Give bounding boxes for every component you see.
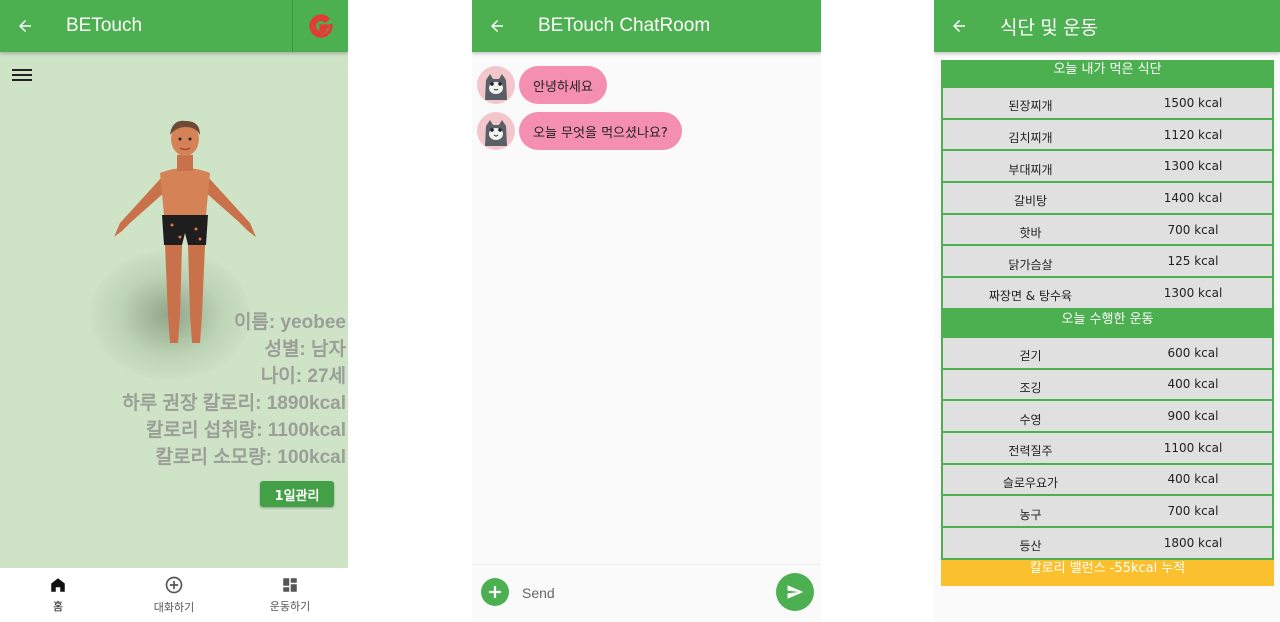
exercise-row: 조깅 400 kcal — [941, 369, 1274, 402]
page-title: 식단 및 운동 — [1000, 17, 1098, 39]
home-screen: BETouch 이름: yeobee 성별: 남자 나이: 27세 하루 권장 … — [0, 0, 348, 622]
food-name: 핫바 — [1019, 226, 1042, 241]
dashboard-icon — [283, 578, 297, 592]
back-button[interactable] — [472, 0, 522, 52]
google-button[interactable] — [292, 0, 348, 52]
add-attachment-button[interactable] — [481, 578, 509, 606]
food-name: 부대찌개 — [1008, 162, 1053, 177]
diet-app-bar: 식단 및 운동 — [934, 0, 1280, 52]
daily-manage-button[interactable]: 1일관리 — [260, 481, 334, 507]
exercise-name: 조깅 — [1019, 380, 1042, 395]
food-kcal: 125 kcal — [1167, 254, 1219, 269]
food-row: 갈비탕 1400 kcal — [941, 183, 1274, 215]
arrow-back-icon — [19, 20, 31, 32]
exercise-row: 수영 900 kcal — [941, 401, 1274, 433]
page-title: BETouch ChatRoom — [538, 15, 711, 36]
nav-chat[interactable]: 대화하기 — [116, 568, 232, 622]
arrow-back-icon — [953, 20, 965, 32]
info-gender: 성별: 남자 — [264, 339, 346, 360]
chat-input-bar — [472, 564, 821, 622]
exercise-kcal: 400 kcal — [1167, 472, 1219, 487]
chat-app-bar: BETouch ChatRoom — [472, 0, 821, 52]
cat-avatar-icon — [477, 112, 515, 150]
exercise-row: 농구 700 kcal — [941, 496, 1274, 528]
food-row: 부대찌개 1300 kcal — [941, 151, 1274, 184]
info-calorie-burned: 칼로리 소모량: 100kcal — [155, 447, 346, 468]
back-button[interactable] — [934, 0, 984, 52]
food-row: 김치찌개 1120 kcal — [941, 119, 1274, 152]
exercise-kcal: 1100 kcal — [1163, 440, 1223, 455]
nav-home[interactable]: 홈 — [0, 568, 116, 622]
food-row: 짜장면 & 탕수육 1300 kcal — [941, 278, 1274, 310]
food-row: 닭가슴살 125 kcal — [941, 246, 1274, 279]
message-input[interactable] — [522, 581, 762, 605]
food-section-header: 오늘 내가 먹은 식단 — [941, 60, 1274, 88]
nav-exercise[interactable]: 운동하기 — [232, 568, 348, 622]
exercise-section-header: 오늘 수행한 운동 — [941, 309, 1274, 338]
food-name: 짜장면 & 탕수육 — [988, 289, 1073, 304]
exercise-row: 슬로우요가 400 kcal — [941, 464, 1274, 497]
menu-icon[interactable] — [12, 66, 32, 82]
plus-icon — [489, 586, 501, 598]
food-kcal: 1120 kcal — [1163, 127, 1223, 142]
exercise-row: 걷기 600 kcal — [941, 337, 1274, 370]
food-kcal: 1500 kcal — [1163, 95, 1223, 110]
exercise-name: 슬로우요가 — [1002, 475, 1059, 490]
exercise-kcal: 700 kcal — [1167, 504, 1219, 519]
nav-exercise-label: 운동하기 — [269, 600, 311, 613]
food-row: 된장찌개 1500 kcal — [941, 88, 1274, 120]
info-name: 이름: yeobee — [233, 312, 346, 333]
food-row: 핫바 700 kcal — [941, 214, 1274, 247]
chat-bubble: 오늘 무엇을 먹으셨나요? — [519, 112, 682, 150]
exercise-row: 등산 1800 kcal — [941, 527, 1274, 560]
chat-bubble: 안녕하세요 — [519, 66, 607, 104]
add-circle-icon — [165, 576, 183, 594]
food-name: 김치찌개 — [1008, 131, 1053, 146]
food-name: 된장찌개 — [1008, 99, 1053, 114]
send-button[interactable] — [776, 573, 814, 611]
diet-exercise-screen: 식단 및 운동 오늘 내가 먹은 식단 된장찌개 1500 kcal 김치찌개 11… — [934, 0, 1280, 622]
google-icon — [308, 14, 333, 38]
info-age: 나이: 27세 — [260, 366, 346, 387]
info-recommended-calories: 하루 권장 칼로리: 1890kcal — [122, 393, 346, 414]
nav-home-label: 홈 — [52, 600, 64, 613]
page-title: BETouch — [66, 15, 143, 36]
back-button[interactable] — [0, 0, 50, 52]
chat-screen: BETouch ChatRoom 안녕하세요 오늘 무엇을 먹으셨나요? — [472, 0, 821, 622]
send-icon — [787, 585, 804, 599]
food-kcal: 1400 kcal — [1163, 190, 1223, 205]
cat-avatar-icon — [477, 66, 515, 104]
calorie-balance-banner: 칼로리 밸런스 -55kcal 누적 — [941, 559, 1274, 586]
avatar-figure — [114, 120, 256, 343]
arrow-back-icon — [491, 20, 503, 32]
info-calorie-intake: 칼로리 섭취량: 1100kcal — [146, 420, 346, 441]
home-app-bar: BETouch — [0, 0, 348, 52]
exercise-name: 등산 — [1019, 539, 1042, 554]
exercise-name: 걷기 — [1019, 349, 1042, 364]
home-icon — [51, 578, 65, 592]
bottom-nav: 홈 대화하기 운동하기 — [0, 568, 348, 622]
food-kcal: 1300 kcal — [1163, 285, 1223, 300]
exercise-kcal: 900 kcal — [1167, 409, 1219, 424]
exercise-row: 전력질주 1100 kcal — [941, 432, 1274, 465]
exercise-kcal: 400 kcal — [1167, 377, 1219, 392]
exercise-kcal: 1800 kcal — [1163, 535, 1223, 550]
exercise-kcal: 600 kcal — [1167, 345, 1219, 360]
exercise-name: 수영 — [1019, 412, 1042, 427]
exercise-name: 전력질주 — [1008, 444, 1053, 459]
exercise-name: 농구 — [1019, 507, 1042, 522]
diet-exercise-table: 오늘 내가 먹은 식단 된장찌개 1500 kcal 김치찌개 1120 kcal … — [941, 60, 1274, 586]
nav-chat-label: 대화하기 — [153, 601, 195, 614]
food-kcal: 700 kcal — [1167, 222, 1219, 237]
chat-message: 안녕하세요 — [477, 66, 607, 104]
food-name: 갈비탕 — [1013, 194, 1048, 209]
food-name: 닭가슴살 — [1008, 257, 1053, 272]
chat-message: 오늘 무엇을 먹으셨나요? — [477, 112, 682, 150]
food-kcal: 1300 kcal — [1163, 159, 1223, 174]
